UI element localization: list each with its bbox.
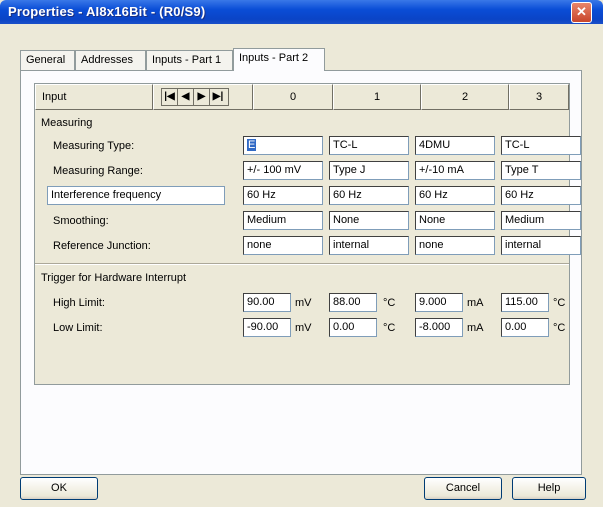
close-button[interactable]: ✕ [571, 2, 592, 23]
channel-header-2: 2 [421, 84, 509, 110]
high-limit-ch1[interactable]: 88.00 [329, 293, 377, 312]
last-channel-icon[interactable]: ▶| [210, 89, 226, 105]
smoothing-ch0[interactable]: Medium [243, 211, 323, 230]
tab-inputs-part-1[interactable]: Inputs - Part 1 [146, 50, 233, 70]
reference-junction-ch2[interactable]: none [415, 236, 495, 255]
high-limit-unit-ch3: °C [553, 297, 566, 309]
high-limit-ch2[interactable]: 9.000 [415, 293, 463, 312]
interference-frequency-ch3[interactable]: 60 Hz [501, 186, 581, 205]
low-limit-unit-ch2: mA [467, 322, 484, 334]
previous-channel-icon[interactable]: ◀ [178, 89, 194, 105]
low-limit-unit-ch3: °C [553, 322, 566, 334]
low-limit-label: Low Limit: [53, 322, 103, 334]
interference-frequency-ch1[interactable]: 60 Hz [329, 186, 409, 205]
window-title: Properties - AI8x16Bit - (R0/S9) [8, 4, 206, 19]
low-limit-ch1[interactable]: 0.00 [329, 318, 377, 337]
first-channel-icon[interactable]: |◀ [162, 89, 178, 105]
channel-header-0: 0 [253, 84, 333, 110]
reference-junction-ch1[interactable]: internal [329, 236, 409, 255]
ok-button[interactable]: OK [20, 477, 98, 500]
tab-addresses[interactable]: Addresses [75, 50, 146, 70]
measuring-range-ch3[interactable]: Type T [501, 161, 581, 180]
tab-inputs-part-2[interactable]: Inputs - Part 2 [233, 48, 325, 71]
tab-general[interactable]: General [20, 50, 75, 70]
measuring-type-ch2[interactable]: 4DMU [415, 136, 495, 155]
reference-junction-ch3[interactable]: internal [501, 236, 581, 255]
help-button[interactable]: Help [512, 477, 586, 500]
interference-frequency-label: Interference frequency [47, 186, 225, 205]
measuring-range-label: Measuring Range: [53, 165, 143, 177]
high-limit-unit-ch2: mA [467, 297, 484, 309]
measuring-range-ch2[interactable]: +/-10 mA [415, 161, 495, 180]
measuring-type-label: Measuring Type: [53, 140, 135, 152]
measuring-type-ch0[interactable]: E [243, 136, 323, 155]
channel-navigator: |◀ ◀ ▶ ▶| [161, 88, 229, 106]
trigger-section-title: Trigger for Hardware Interrupt [41, 272, 187, 284]
low-limit-ch2[interactable]: -8.000 [415, 318, 463, 337]
section-divider [35, 263, 569, 265]
channel-header-1: 1 [333, 84, 421, 110]
high-limit-unit-ch1: °C [383, 297, 396, 309]
smoothing-label: Smoothing: [53, 215, 109, 227]
measuring-type-ch3[interactable]: TC-L [501, 136, 581, 155]
title-bar[interactable]: Properties - AI8x16Bit - (R0/S9) ✕ [0, 0, 603, 24]
measuring-range-ch0[interactable]: +/- 100 mV [243, 161, 323, 180]
low-limit-ch0[interactable]: -90.00 [243, 318, 291, 337]
low-limit-unit-ch1: °C [383, 322, 396, 334]
interference-frequency-ch0[interactable]: 60 Hz [243, 186, 323, 205]
low-limit-unit-ch0: mV [295, 322, 312, 334]
tab-panel: Input |◀ ◀ ▶ ▶| 0 1 2 3 Measuring Measur… [20, 70, 582, 475]
smoothing-ch3[interactable]: Medium [501, 211, 581, 230]
high-limit-ch3[interactable]: 115.00 [501, 293, 549, 312]
measuring-range-ch1[interactable]: Type J [329, 161, 409, 180]
cancel-button[interactable]: Cancel [424, 477, 502, 500]
smoothing-ch2[interactable]: None [415, 211, 495, 230]
parameter-grid: Input |◀ ◀ ▶ ▶| 0 1 2 3 Measuring Measur… [34, 83, 581, 385]
next-channel-icon[interactable]: ▶ [194, 89, 210, 105]
high-limit-ch0[interactable]: 90.00 [243, 293, 291, 312]
low-limit-ch3[interactable]: 0.00 [501, 318, 549, 337]
smoothing-ch1[interactable]: None [329, 211, 409, 230]
channel-header-3: 3 [509, 84, 569, 110]
measuring-section-title: Measuring [41, 117, 93, 129]
high-limit-label: High Limit: [53, 297, 105, 309]
reference-junction-ch0[interactable]: none [243, 236, 323, 255]
reference-junction-label: Reference Junction: [53, 240, 151, 252]
interference-frequency-ch2[interactable]: 60 Hz [415, 186, 495, 205]
input-header: Input [35, 84, 153, 110]
measuring-type-ch1[interactable]: TC-L [329, 136, 409, 155]
high-limit-unit-ch0: mV [295, 297, 312, 309]
